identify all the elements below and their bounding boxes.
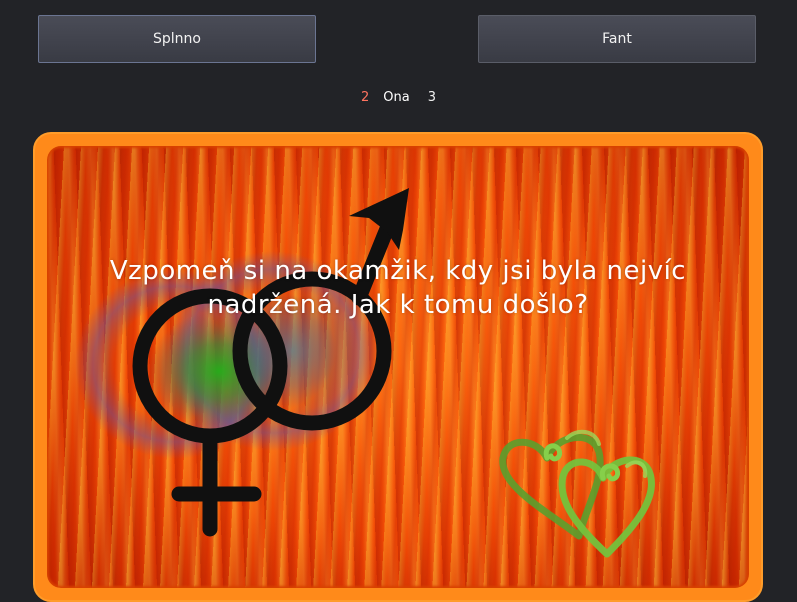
card-artwork <box>75 188 655 558</box>
card-frame: Vzpomeň si na okamžik, kdy jsi byla nejv… <box>33 132 763 602</box>
question-card[interactable]: Vzpomeň si na okamžik, kdy jsi byla nejv… <box>47 146 749 588</box>
previous-card-number[interactable]: 2 <box>361 90 369 105</box>
splnno-button[interactable]: Splnno <box>38 15 316 63</box>
card-navigation: 2 Ona 3 <box>0 88 797 106</box>
fant-button[interactable]: Fant <box>478 15 756 63</box>
venus-mars-symbols-icon <box>75 188 409 537</box>
next-card-number[interactable]: 3 <box>428 90 436 105</box>
question-text: Vzpomeň si na okamžik, kdy jsi byla nejv… <box>109 256 687 320</box>
current-category: Ona <box>383 89 410 105</box>
green-hearts-icon <box>499 429 655 558</box>
